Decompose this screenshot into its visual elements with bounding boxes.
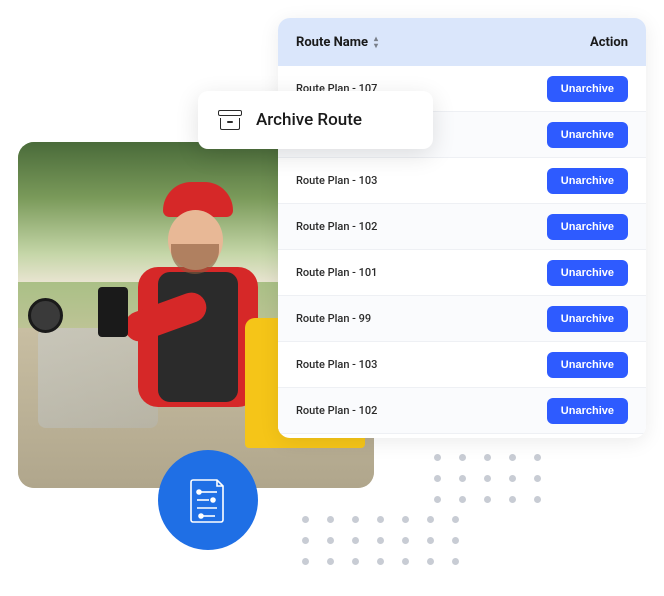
table-row: Route Plan - 103 Unarchive (278, 158, 646, 204)
route-badge (158, 450, 258, 550)
unarchive-button[interactable]: Unarchive (547, 306, 628, 332)
routes-table: Route Name Action Route Plan - 107Unarch… (278, 18, 646, 438)
unarchive-button[interactable]: Unarchive (547, 122, 628, 148)
route-name: Route Plan - 99 (296, 312, 528, 325)
archive-icon (218, 110, 242, 130)
action-cell: Unarchive (528, 306, 628, 332)
table-row: Route Plan - 103 Unarchive (278, 342, 646, 388)
route-name: Route Plan - 102 (296, 220, 528, 233)
table-row: Route Plan - 101 Unarchive (278, 250, 646, 296)
archive-route-popup[interactable]: Archive Route (198, 91, 433, 149)
table-row: Route Plan - 99 Unarchive (278, 296, 646, 342)
sort-icon[interactable] (374, 36, 378, 49)
table-row: Route Plan - 102 Unarchive (278, 388, 646, 434)
route-name: Route Plan - 101 (296, 266, 528, 279)
unarchive-button[interactable]: Unarchive (547, 260, 628, 286)
unarchive-button[interactable]: Unarchive (547, 76, 628, 102)
column-header-action: Action (528, 35, 628, 50)
table-row: Route Plan - 102 Unarchive (278, 204, 646, 250)
header-label: Route Name (296, 35, 368, 50)
decorative-dots (434, 454, 541, 517)
action-cell: Unarchive (528, 168, 628, 194)
route-document-icon (187, 476, 229, 524)
route-name: Route Plan - 103 (296, 358, 528, 371)
unarchive-button[interactable]: Unarchive (547, 398, 628, 424)
route-name: Route Plan - 103 (296, 174, 528, 187)
action-cell: Unarchive (528, 214, 628, 240)
action-cell: Unarchive (528, 398, 628, 424)
header-label: Action (590, 35, 628, 50)
action-cell: Unarchive (528, 122, 628, 148)
action-cell: Unarchive (528, 76, 628, 102)
decorative-dots (302, 516, 459, 579)
action-cell: Unarchive (528, 352, 628, 378)
unarchive-button[interactable]: Unarchive (547, 214, 628, 240)
action-cell: Unarchive (528, 260, 628, 286)
unarchive-button[interactable]: Unarchive (547, 352, 628, 378)
route-name: Route Plan - 102 (296, 404, 528, 417)
table-header: Route Name Action (278, 18, 646, 66)
column-header-route-name[interactable]: Route Name (296, 35, 528, 50)
popup-label: Archive Route (256, 110, 362, 130)
unarchive-button[interactable]: Unarchive (547, 168, 628, 194)
